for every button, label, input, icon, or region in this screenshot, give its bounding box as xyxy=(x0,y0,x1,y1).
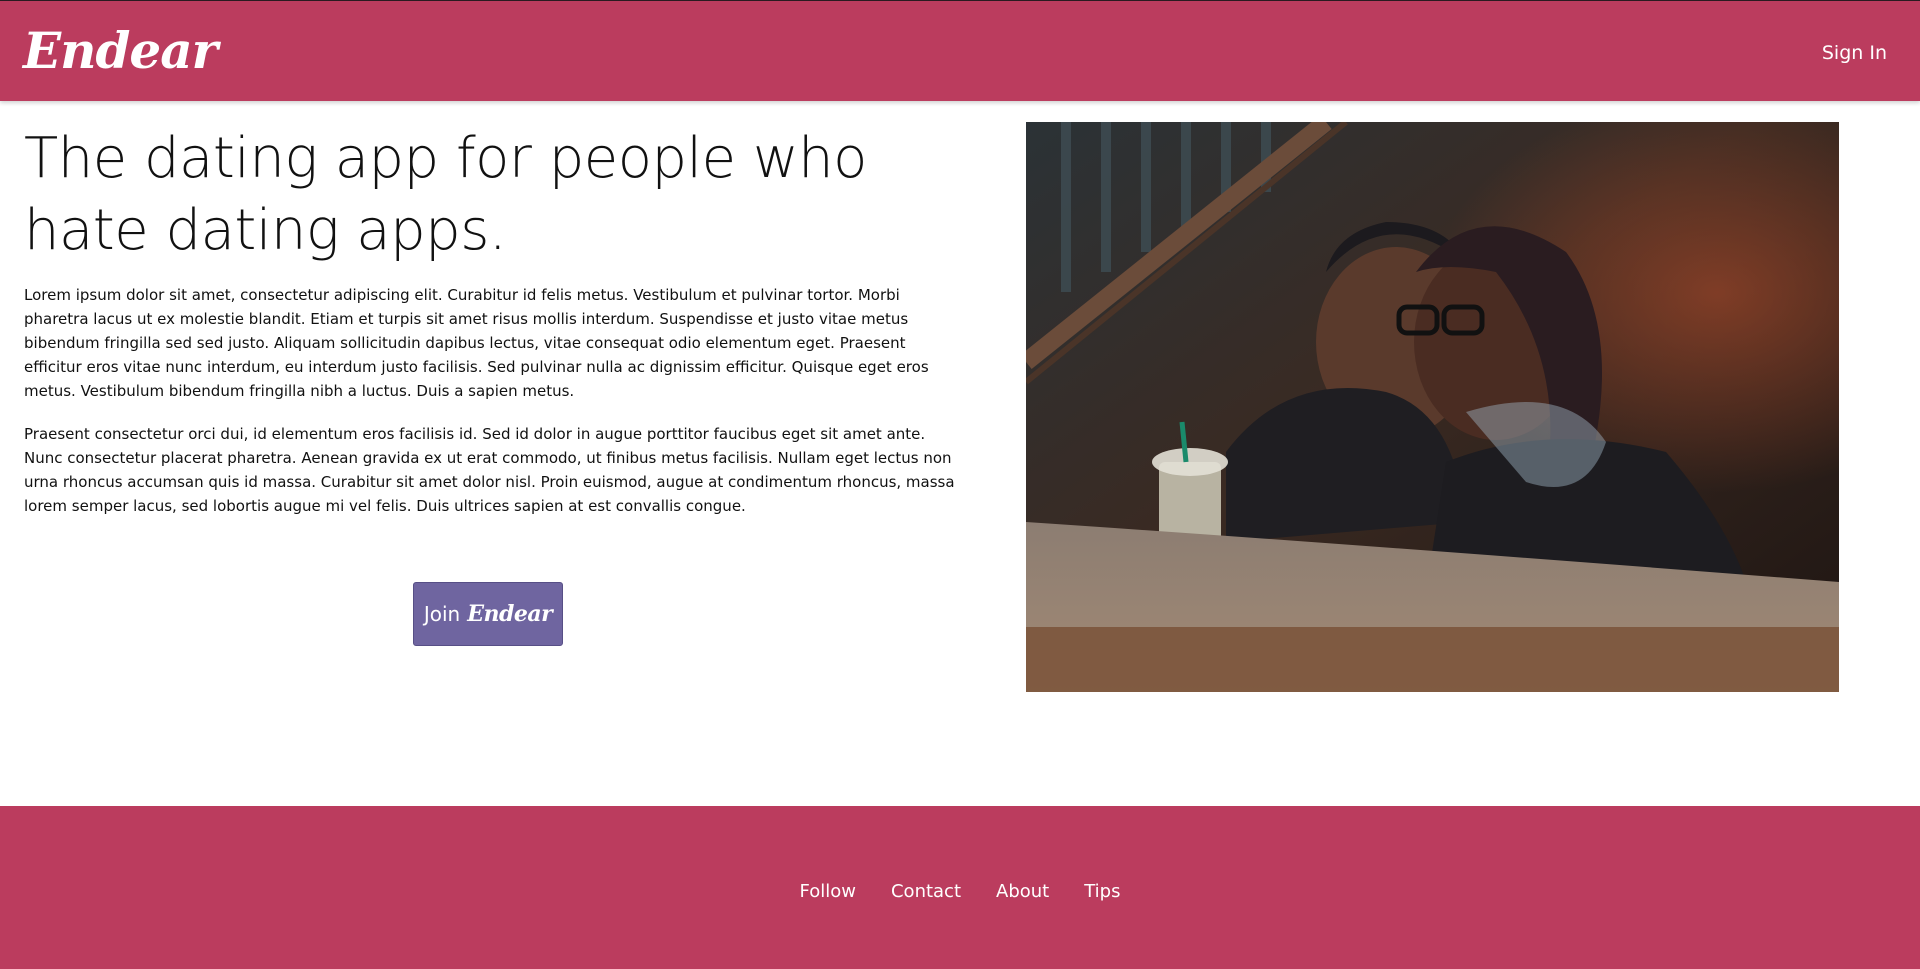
landing-page: Endear Sign In The dating app for people… xyxy=(0,0,1920,969)
hero-headline: The dating app for people who hate datin… xyxy=(24,126,867,263)
footer-link-follow[interactable]: Follow xyxy=(800,880,856,904)
site-header: Endear Sign In xyxy=(0,0,1920,101)
site-footer: Follow Contact About Tips xyxy=(0,806,1920,969)
join-button-label: Join xyxy=(423,602,461,626)
footer-link-tips[interactable]: Tips xyxy=(1084,880,1120,904)
hero-photo xyxy=(1026,122,1839,692)
logo[interactable]: Endear xyxy=(23,21,218,81)
hero-paragraph: Lorem ipsum dolor sit amet, consectetur … xyxy=(24,286,929,400)
join-button-brand: Endear xyxy=(467,601,553,627)
join-button[interactable]: Join Endear xyxy=(413,582,563,646)
footer-link-contact[interactable]: Contact xyxy=(891,880,961,904)
hero-paragraph: Praesent consectetur orci dui, id elemen… xyxy=(24,425,955,515)
sign-in-link[interactable]: Sign In xyxy=(1822,41,1887,65)
footer-nav: Follow Contact About Tips xyxy=(0,880,1920,904)
footer-link-about[interactable]: About xyxy=(996,880,1049,904)
